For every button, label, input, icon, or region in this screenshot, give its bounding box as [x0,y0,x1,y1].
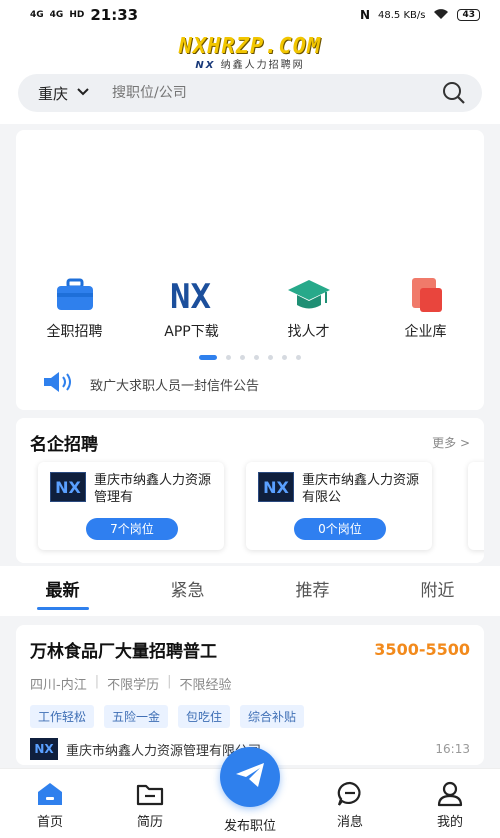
home-icon [0,781,100,807]
company-icon [367,275,484,315]
quick-link-label: 企业库 [404,324,447,340]
site-subtitle: NX 纳鑫人力招聘网 [0,60,500,72]
divider: | [167,674,172,689]
nav-label: 消息 [336,815,363,830]
message-icon [300,781,400,807]
site-subtitle-prefix: NX [195,60,216,71]
job-tag: 工作轻松 [30,705,95,728]
search-bar: 重庆 [18,74,482,112]
company-card[interactable]: NX 重庆市纳鑫人力资源管理有 7个岗位 [38,462,224,550]
job-card[interactable]: 万林食品厂大量招聘普工 3500-5500 四川-内江 | 不限学历 | 不限经… [16,625,484,765]
job-tabs: 最新 紧急 推荐 附近 [0,566,500,616]
job-salary: 3500-5500 [374,640,470,659]
job-tag: 五险一金 [104,705,169,728]
nav-profile[interactable]: 我的 [400,769,500,838]
briefcase-icon [16,275,133,315]
nav-post-job[interactable]: 发布职位 [200,747,300,838]
tab-recommended[interactable]: 推荐 [250,566,375,616]
company-name: 重庆市纳鑫人力资源有限公 [302,473,420,505]
profile-icon [400,781,500,807]
job-education: 不限学历 [107,678,160,693]
job-experience: 不限经验 [179,678,232,693]
job-location: 四川-内江 [30,678,87,693]
job-count-button[interactable]: 0个岗位 [294,518,386,540]
post-time: 16:13 [435,742,470,756]
svg-text:NX: NX [170,277,211,314]
carousel-indicator[interactable] [16,355,484,360]
banner-card: 全职招聘 NX APP下载 找人才 企业库 致广大求职人员一封信件公告 [16,130,484,410]
nav-resume[interactable]: 简历 [100,769,200,838]
divider: | [94,674,100,689]
company-card-partial[interactable] [468,462,484,550]
nav-label: 我的 [436,815,463,830]
quick-link-label: 全职招聘 [46,324,103,340]
speaker-icon [42,370,76,398]
notice-bar[interactable]: 致广大求职人员一封信件公告 [42,370,259,398]
notice-text: 致广大求职人员一封信件公告 [90,378,260,394]
chevron-down-icon[interactable] [76,86,90,100]
quick-link-label: 找人才 [287,324,330,340]
search-input[interactable] [112,85,440,101]
company-logo: NX [30,738,58,760]
nav-messages[interactable]: 消息 [300,769,400,838]
nav-home[interactable]: 首页 [0,769,100,838]
site-subtitle-text: 纳鑫人力招聘网 [220,60,305,71]
quick-link-label: APP下载 [164,324,219,340]
send-icon [234,760,266,794]
status-bar: 4G 4G HD 21:33 N 48.5 KB/s 43 [0,0,500,30]
nx-logo-icon: NX [133,275,250,315]
bottom-nav: 首页 简历 发布职位 消息 我的 [0,747,500,838]
quick-link-find-talent[interactable]: 找人才 [250,275,367,341]
nav-label: 简历 [136,815,163,830]
graduation-cap-icon [250,275,367,315]
resume-folder-icon [100,781,200,807]
tab-latest[interactable]: 最新 [0,566,125,616]
hd-indicator: HD [69,10,85,20]
post-job-fab[interactable] [220,747,280,807]
quick-link-company-library[interactable]: 企业库 [367,275,484,341]
company-logo: NX [258,472,294,502]
more-link[interactable]: 更多 > [432,434,470,451]
quick-links: 全职招聘 NX APP下载 找人才 企业库 [16,275,484,341]
site-logo: NXHRZP.COM [178,34,322,59]
quick-link-app-download[interactable]: NX APP下载 [133,275,250,341]
company-logo: NX [50,472,86,502]
tab-urgent[interactable]: 紧急 [125,566,250,616]
company-name: 重庆市纳鑫人力资源管理有 [94,473,212,505]
search-section: 重庆 [0,72,500,124]
nav-label: 首页 [36,815,63,830]
section-title: 名企招聘 [30,435,98,455]
nav-label: 发布职位 [223,819,276,834]
tab-nearby[interactable]: 附近 [375,566,500,616]
brand-header: NXHRZP.COM NX 纳鑫人力招聘网 [0,30,500,72]
wifi-icon [433,8,449,23]
quick-link-fulltime[interactable]: 全职招聘 [16,275,133,341]
signal-indicator-2: 4G [49,10,64,20]
network-speed: 48.5 KB/s [378,9,426,21]
clock: 21:33 [90,6,139,24]
job-tag: 包吃住 [178,705,231,728]
battery-indicator: 43 [457,9,480,21]
company-card[interactable]: NX 重庆市纳鑫人力资源有限公 0个岗位 [246,462,432,550]
nfc-icon: N [359,8,371,22]
signal-indicator-1: 4G [30,10,44,20]
job-tag: 综合补贴 [240,705,305,728]
search-icon[interactable] [440,79,468,107]
featured-companies-card: 名企招聘 更多 > NX 重庆市纳鑫人力资源管理有 7个岗位 NX 重庆市纳鑫人… [16,418,484,563]
job-count-button[interactable]: 7个岗位 [86,518,178,540]
city-selector[interactable]: 重庆 [38,83,68,104]
job-title: 万林食品厂大量招聘普工 [30,642,217,662]
